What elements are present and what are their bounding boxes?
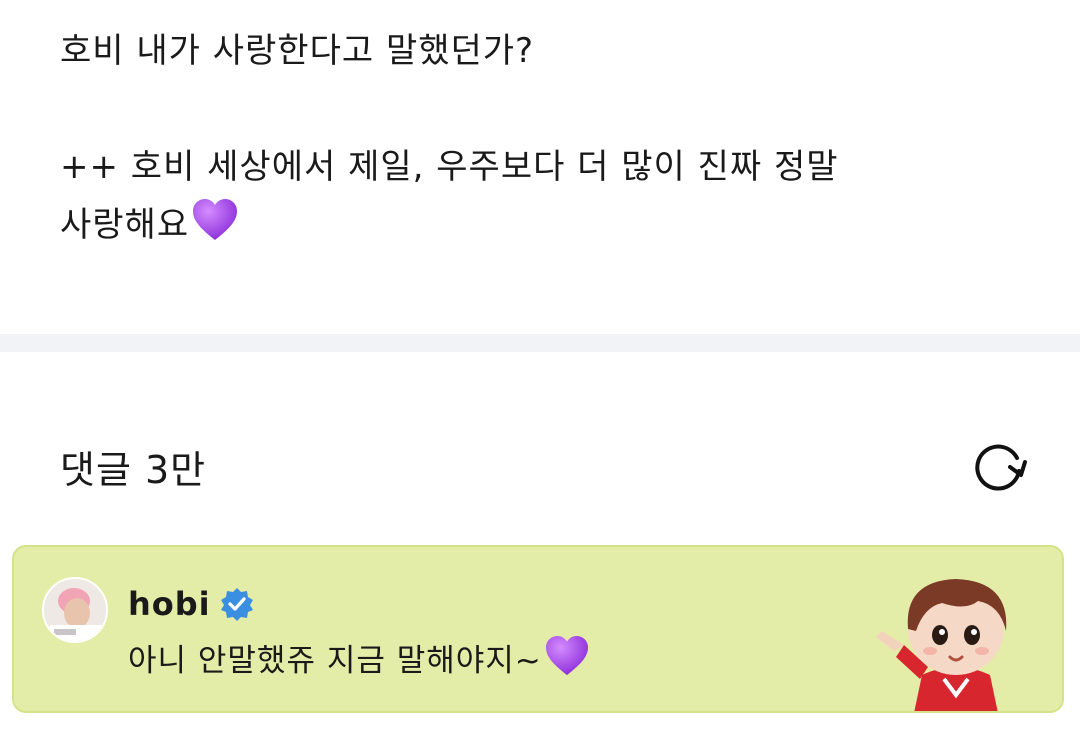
post-line: 호비 내가 사랑한다고 말했던가?: [60, 31, 535, 71]
comment-author-row: hobi: [128, 585, 255, 623]
avatar[interactable]: [42, 577, 108, 643]
purple-heart-icon: [544, 635, 590, 685]
post-body: 호비 내가 사랑한다고 말했던가? ++ 호비 세상에서 제일, 우주보다 더 …: [60, 22, 1020, 260]
comment-author[interactable]: hobi: [128, 585, 211, 623]
comment-text: 아니 안말했쥬 지금 말해야지~: [128, 643, 542, 679]
comments-header: 댓글 3만: [60, 436, 1030, 496]
featured-comment[interactable]: hobi 아니 안말했쥬 지금 말해야지~: [12, 545, 1064, 713]
post-line-with-heart: 사랑해요: [60, 196, 1020, 260]
refresh-icon[interactable]: [966, 434, 1030, 498]
character-sticker-icon: [870, 567, 1040, 711]
comments-title: 댓글 3만: [60, 447, 207, 492]
post-line: ++ 호비 세상에서 제일, 우주보다 더 많이 진짜 정말: [60, 147, 839, 187]
comment-text-row: 아니 안말했쥬 지금 말해야지~: [128, 635, 590, 685]
section-divider: [0, 334, 1080, 352]
verified-badge-icon: [219, 586, 255, 622]
post-line-text: 사랑해요: [60, 205, 190, 245]
purple-heart-icon: [191, 198, 239, 260]
